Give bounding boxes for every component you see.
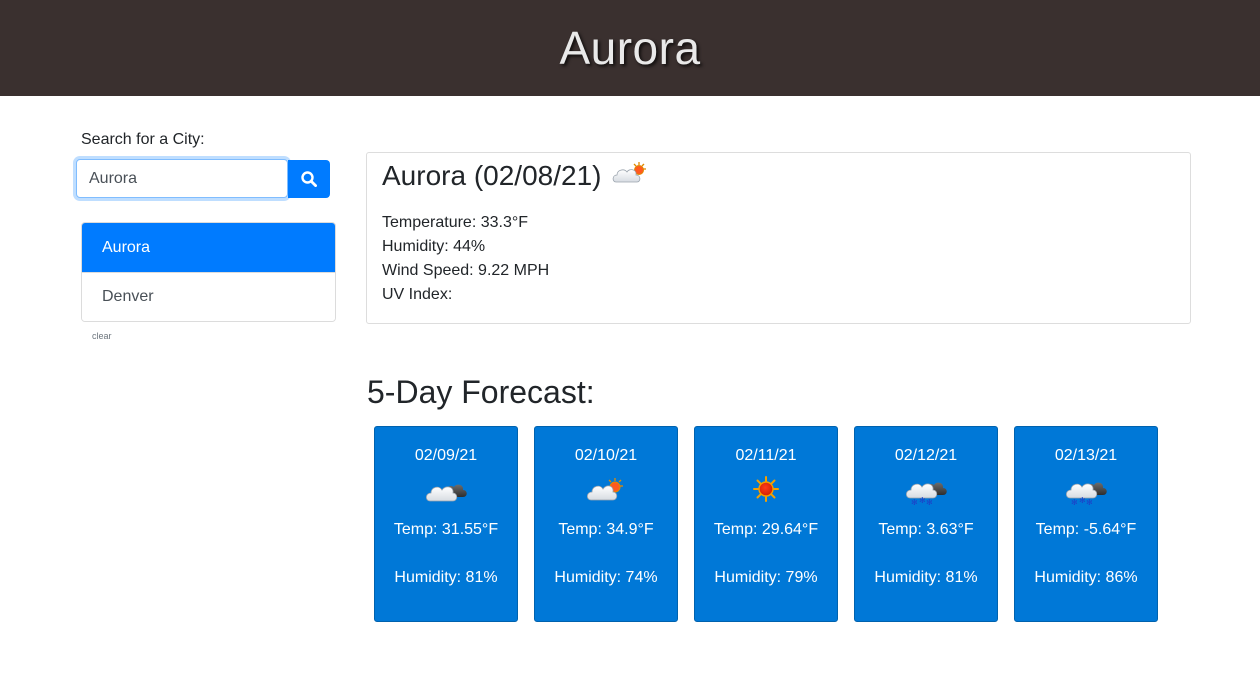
forecast-humidity: Humidity: 81%: [874, 569, 978, 586]
forecast-date: 02/11/21: [735, 447, 797, 464]
current-uv-index: UV Index:: [382, 286, 453, 303]
partly-cloudy-icon: [611, 159, 649, 192]
forecast-card: 02/12/21 ✻ ✻ ✻ Temp: 3.63°F Humidity: 81%: [854, 426, 998, 622]
sun-icon: [695, 475, 837, 507]
svg-text:✻: ✻: [1071, 498, 1078, 505]
current-weather-card: Aurora (02/08/21) Temperature: 33.3°F Hu…: [366, 152, 1191, 324]
clear-history-button[interactable]: clear: [92, 331, 112, 341]
svg-text:✻: ✻: [919, 496, 926, 505]
city-date-heading: Aurora (02/08/21): [382, 159, 602, 191]
forecast-date: 02/13/21: [1054, 447, 1118, 464]
forecast-card: 02/10/21 Temp: 34.9°F Humidity: 74%: [534, 426, 678, 622]
search-button[interactable]: [288, 160, 330, 198]
search-icon: [301, 171, 317, 187]
page-title: Aurora: [559, 22, 701, 74]
current-weather-title: Aurora (02/08/21): [382, 159, 649, 192]
snow-icon: ✻ ✻ ✻: [855, 475, 997, 507]
forecast-humidity: Humidity: 86%: [1034, 569, 1138, 586]
forecast-humidity: Humidity: 74%: [554, 569, 658, 586]
city-search-input[interactable]: [76, 159, 288, 198]
snow-icon: ✻ ✻ ✻: [1015, 475, 1157, 507]
forecast-heading: 5-Day Forecast:: [367, 374, 595, 410]
history-item-denver[interactable]: Denver: [82, 272, 335, 321]
cloudy-icon: [375, 475, 517, 507]
forecast-date: 02/12/21: [894, 447, 958, 464]
svg-text:✻: ✻: [1079, 496, 1086, 505]
forecast-temp: Temp: 3.63°F: [878, 521, 974, 538]
forecast-card: 02/13/21 ✻ ✻ ✻ Temp: -5.64°F Humidity: 86%: [1014, 426, 1158, 622]
partly-cloudy-icon: [535, 475, 677, 507]
current-temperature: Temperature: 33.3°F: [382, 214, 529, 231]
forecast-card: 02/11/21 Temp: 29.64°F Humidity: 79%: [694, 426, 838, 622]
svg-text:✻: ✻: [911, 498, 918, 505]
search-history-list: Aurora Denver: [81, 222, 336, 322]
forecast-humidity: Humidity: 81%: [394, 569, 498, 586]
app-header: Aurora: [0, 0, 1260, 96]
forecast-date: 02/10/21: [574, 447, 638, 464]
history-item-aurora[interactable]: Aurora: [82, 223, 335, 272]
forecast-temp: Temp: 31.55°F: [393, 521, 499, 538]
forecast-temp: Temp: 34.9°F: [558, 521, 654, 538]
svg-text:✻: ✻: [926, 498, 933, 505]
forecast-humidity: Humidity: 79%: [714, 569, 818, 586]
current-humidity: Humidity: 44%: [382, 238, 486, 255]
forecast-date: 02/09/21: [414, 447, 478, 464]
search-label: Search for a City:: [81, 131, 205, 148]
forecast-temp: Temp: -5.64°F: [1035, 521, 1137, 538]
svg-text:✻: ✻: [1086, 498, 1093, 505]
forecast-temp: Temp: 29.64°F: [713, 521, 819, 538]
forecast-card: 02/09/21 Temp: 31.55°F Humidity: 81%: [374, 426, 518, 622]
current-wind-speed: Wind Speed: 9.22 MPH: [382, 262, 550, 279]
